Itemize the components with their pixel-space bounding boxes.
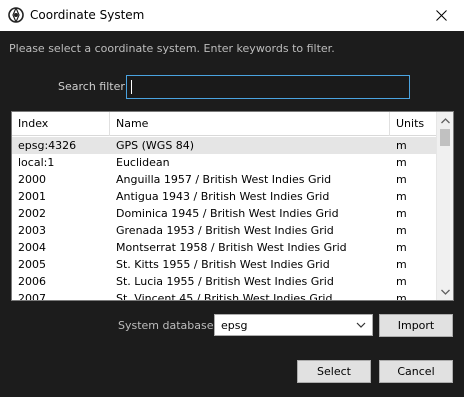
cell-name: Anguilla 1957 / British West Indies Grid [116,173,332,186]
cell-units: m [396,275,407,288]
table-row[interactable]: 2001 Antigua 1943 / British West Indies … [12,188,437,205]
chevron-down-icon[interactable] [355,319,367,331]
system-database-select[interactable]: epsg [214,314,373,336]
cell-index: 2005 [18,258,46,271]
cell-index: epsg:4326 [18,139,77,152]
cell-units: m [396,258,407,271]
cell-name: St. Kitts 1955 / British West Indies Gri… [116,258,330,271]
table-row[interactable]: 2005 St. Kitts 1955 / British West Indie… [12,256,437,273]
column-header-index[interactable]: Index [12,112,110,136]
table-header: Index Name Units [12,112,437,136]
cell-name: St. Vincent 45 / British West Indies Gri… [116,292,333,301]
table-row[interactable]: local:1 Euclidean m [12,154,437,171]
vertical-scrollbar[interactable] [436,112,453,300]
close-icon[interactable] [435,10,447,21]
title-bar: Coordinate System [0,0,464,31]
cell-name: Dominica 1945 / British West Indies Grid [116,207,339,220]
select-button[interactable]: Select [297,360,371,383]
cell-units: m [396,207,407,220]
cell-units: m [396,224,407,237]
system-database-value: epsg [221,319,248,332]
cancel-button[interactable]: Cancel [379,360,453,383]
chevron-up-icon[interactable] [441,117,450,124]
cell-index: 2001 [18,190,46,203]
cell-index: 2007 [18,292,46,301]
cell-index: local:1 [18,156,55,169]
table-body: epsg:4326 GPS (WGS 84) m local:1 Euclide… [12,137,437,301]
cell-units: m [396,173,407,186]
column-header-units[interactable]: Units [390,112,437,136]
scroll-thumb[interactable] [440,129,450,146]
table-row-selected[interactable]: epsg:4326 GPS (WGS 84) m [12,137,437,154]
table-row[interactable]: 2004 Montserrat 1958 / British West Indi… [12,239,437,256]
cell-units: m [396,292,407,301]
cell-name: Euclidean [116,156,170,169]
search-filter-label: Search filter [58,80,125,93]
window-title: Coordinate System [30,8,145,22]
scroll-up-button[interactable] [437,112,453,129]
cell-index: 2002 [18,207,46,220]
cell-index: 2006 [18,275,46,288]
cell-index: 2003 [18,224,46,237]
cell-name: GPS (WGS 84) [116,139,195,152]
scroll-down-button[interactable] [437,283,453,300]
cell-units: m [396,190,407,203]
table-row[interactable]: 2000 Anguilla 1957 / British West Indies… [12,171,437,188]
cell-name: Grenada 1953 / British West Indies Grid [116,224,334,237]
cell-name: Montserrat 1958 / British West Indies Gr… [116,241,347,254]
table-row[interactable]: 2003 Grenada 1953 / British West Indies … [12,222,437,239]
text-cursor [131,80,132,94]
table-row[interactable]: 2002 Dominica 1945 / British West Indies… [12,205,437,222]
close-button[interactable] [418,0,464,31]
system-database-label: System database [118,319,214,332]
app-icon [8,7,24,23]
column-header-name[interactable]: Name [110,112,390,136]
coordinate-system-table[interactable]: Index Name Units epsg:4326 GPS (WGS 84) … [11,111,454,301]
search-filter-input[interactable] [126,75,410,99]
cell-index: 2000 [18,173,46,186]
cell-name: Antigua 1943 / British West Indies Grid [116,190,330,203]
instructions-text: Please select a coordinate system. Enter… [9,42,335,55]
chevron-down-icon[interactable] [441,289,450,295]
cell-units: m [396,241,407,254]
cell-units: m [396,156,407,169]
cell-index: 2004 [18,241,46,254]
table-row[interactable]: 2006 St. Lucia 1955 / British West Indie… [12,273,437,290]
import-button[interactable]: Import [379,314,453,337]
cell-name: St. Lucia 1955 / British West Indies Gri… [116,275,334,288]
table-row[interactable]: 2007 St. Vincent 45 / British West Indie… [12,290,437,301]
cell-units: m [396,139,407,152]
